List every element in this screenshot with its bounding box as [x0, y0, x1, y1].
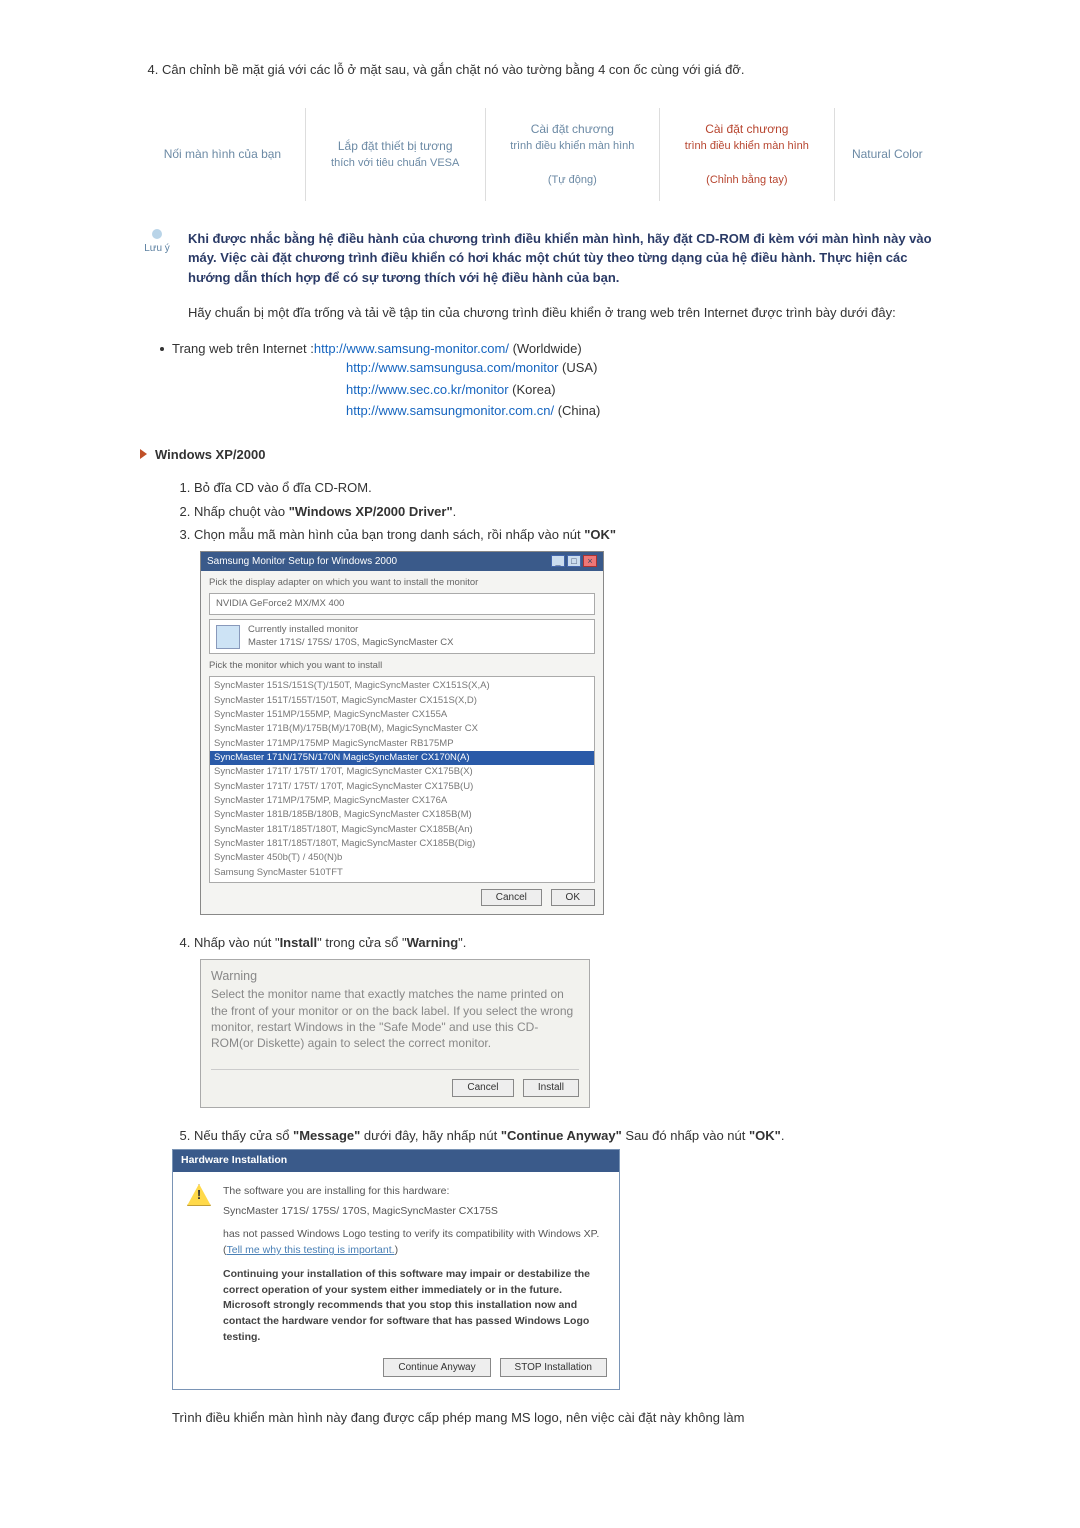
web-label: Trang web trên Internet :	[172, 341, 314, 356]
maximize-icon[interactable]: □	[567, 555, 581, 567]
dlg3-line2: SyncMaster 171S/ 175S/ 170S, MagicSyncMa…	[223, 1204, 605, 1220]
dlg3-line1: The software you are installing for this…	[223, 1184, 605, 1200]
dlg3-line4: Continuing your installation of this sof…	[223, 1267, 605, 1346]
section-tab-bar: Nối màn hình của bạn Lắp đặt thiết bị tư…	[140, 108, 940, 201]
tab-driver-auto[interactable]: Cài đặt chương trình điều khiển màn hình…	[485, 108, 660, 201]
dlg3-title: Hardware Installation	[173, 1150, 619, 1172]
note-paragraph: Hãy chuẩn bị một đĩa trống và tải về tập…	[188, 303, 940, 323]
link-worldwide-suffix: (Worldwide)	[509, 341, 582, 356]
install-step-4: Nhấp vào nút "Install" trong cửa sổ "War…	[194, 933, 940, 953]
list-item[interactable]: SyncMaster 181B/185B/180B, MagicSyncMast…	[210, 808, 594, 822]
dlg3-line3b: )	[395, 1244, 399, 1256]
list-item[interactable]: SyncMaster 181T/185T/180T, MagicSyncMast…	[210, 823, 594, 837]
dlg2-cancel-button[interactable]: Cancel	[452, 1079, 513, 1097]
list-item[interactable]: SyncMaster 151S/151S(T)/150T, MagicSyncM…	[210, 679, 594, 693]
list-item[interactable]: SyncMaster 450b(T) / 450(N)b	[210, 851, 594, 865]
dlg1-cancel-button[interactable]: Cancel	[481, 889, 542, 906]
chevron-right-icon	[140, 449, 147, 459]
list-item[interactable]: Samsung SyncMaster 510TFT	[210, 866, 594, 880]
bullet-icon	[160, 347, 164, 351]
link-korea-suffix: (Korea)	[509, 382, 556, 397]
tab-connect-monitor[interactable]: Nối màn hình của bạn	[140, 108, 305, 201]
step-4-text: Cân chỉnh bề mặt giá với các lỗ ở mặt sa…	[162, 62, 745, 77]
dlg1-listbox[interactable]: SyncMaster 151S/151S(T)/150T, MagicSyncM…	[209, 676, 595, 883]
dlg3-continue-button[interactable]: Continue Anyway	[383, 1358, 490, 1377]
dlg3-why-link[interactable]: Tell me why this testing is important.	[227, 1244, 395, 1256]
list-item[interactable]: SyncMaster 151T/155T/150T, MagicSyncMast…	[210, 694, 594, 708]
dialog-warning: Warning Select the monitor name that exa…	[200, 959, 590, 1108]
note-icon-label: Lưu ý	[144, 241, 170, 256]
dlg2-title: Warning	[211, 968, 579, 985]
link-usa-suffix: (USA)	[558, 360, 597, 375]
dlg1-ok-button[interactable]: OK	[551, 889, 595, 906]
link-korea[interactable]: http://www.sec.co.kr/monitor	[346, 382, 509, 397]
dlg1-cur-val: Master 171S/ 175S/ 170S, MagicSyncMaster…	[248, 637, 453, 649]
close-icon[interactable]: ×	[583, 555, 597, 567]
step-4-vesa: Cân chỉnh bề mặt giá với các lỗ ở mặt sa…	[162, 60, 940, 80]
tab-driver-manual[interactable]: Cài đặt chương trình điều khiển màn hình…	[660, 108, 835, 201]
install-step-1: Bỏ đĩa CD vào ổ đĩa CD-ROM.	[194, 478, 940, 498]
minimize-icon[interactable]: _	[551, 555, 565, 567]
note-bold-text: Khi được nhắc bằng hệ điều hành của chươ…	[188, 229, 940, 288]
dlg1-adapter: NVIDIA GeForce2 MX/MX 400	[216, 598, 344, 610]
list-item[interactable]: SyncMaster 171T/ 175T/ 170T, MagicSyncMa…	[210, 765, 594, 779]
trailing-paragraph: Trình điều khiển màn hình này đang được …	[172, 1408, 940, 1428]
dlg2-body: Select the monitor name that exactly mat…	[211, 986, 579, 1051]
dialog-hardware-installation: Hardware Installation ! The software you…	[172, 1149, 620, 1390]
link-usa[interactable]: http://www.samsungusa.com/monitor	[346, 360, 558, 375]
link-china[interactable]: http://www.samsungmonitor.com.cn/	[346, 403, 554, 418]
install-step-2: Nhấp chuột vào "Windows XP/2000 Driver".	[194, 502, 940, 522]
list-item[interactable]: SyncMaster 171MP/175MP, MagicSyncMaster …	[210, 794, 594, 808]
tab-vesa-install[interactable]: Lắp đặt thiết bị tương thích với tiêu ch…	[305, 108, 485, 201]
list-item[interactable]: SyncMaster 171B(M)/175B(M)/170B(M), Magi…	[210, 722, 594, 736]
list-item[interactable]: SyncMaster 151MP/155MP, MagicSyncMaster …	[210, 708, 594, 722]
warning-triangle-icon: !	[187, 1184, 211, 1206]
list-item-selected[interactable]: SyncMaster 171N/175N/170N MagicSyncMaste…	[210, 751, 594, 765]
list-item[interactable]: SyncMaster 171MP/175MP MagicSyncMaster R…	[210, 737, 594, 751]
dlg2-install-button[interactable]: Install	[523, 1079, 579, 1097]
note-icon: Lưu ý	[140, 229, 174, 257]
list-item[interactable]: SyncMaster 171T/ 175T/ 170T, MagicSyncMa…	[210, 780, 594, 794]
list-item[interactable]: SyncMaster 181T/185T/180T, MagicSyncMast…	[210, 837, 594, 851]
dialog-monitor-setup: Samsung Monitor Setup for Windows 2000 _…	[200, 551, 604, 916]
dlg1-line1: Pick the display adapter on which you wa…	[209, 577, 595, 589]
dlg1-pick: Pick the monitor which you want to insta…	[209, 660, 595, 672]
install-step-5: Nếu thấy cửa sổ "Message" dưới đây, hãy …	[194, 1126, 940, 1146]
dlg1-cur-label: Currently installed monitor	[248, 624, 453, 636]
dialog1-title: Samsung Monitor Setup for Windows 2000	[207, 555, 397, 568]
section-title: Windows XP/2000	[155, 445, 265, 465]
monitor-icon	[216, 625, 240, 649]
dlg3-stop-button[interactable]: STOP Installation	[500, 1358, 607, 1377]
tab-natural-color[interactable]: Natural Color	[834, 108, 940, 201]
link-china-suffix: (China)	[554, 403, 600, 418]
link-worldwide[interactable]: http://www.samsung-monitor.com/	[314, 341, 509, 356]
install-step-3: Chọn mẫu mã màn hình của bạn trong danh …	[194, 525, 940, 545]
section-heading-windows: Windows XP/2000	[140, 445, 940, 465]
